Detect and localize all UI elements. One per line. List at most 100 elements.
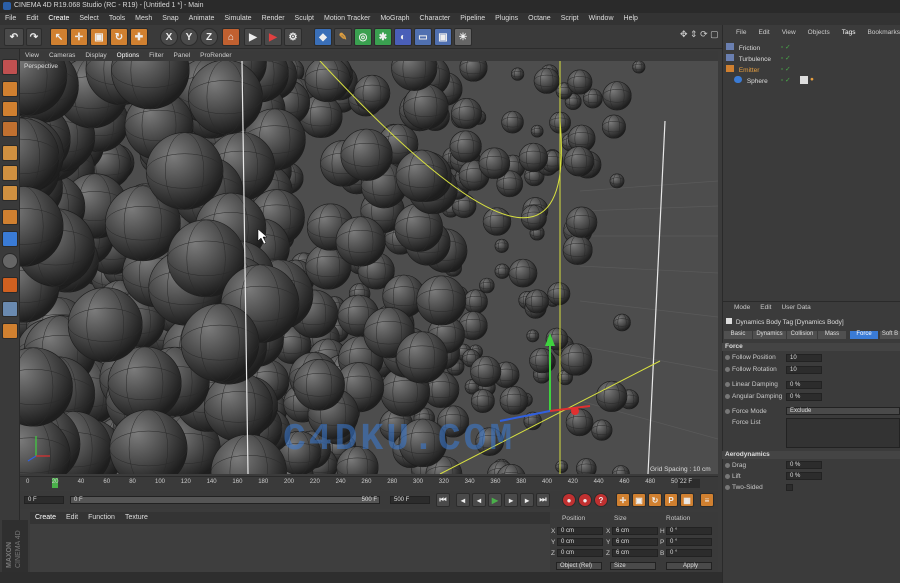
key-parameter-icon[interactable]: P	[664, 493, 678, 507]
angular-damping-field[interactable]: 0 %	[786, 393, 822, 401]
animate-param-icon[interactable]	[725, 367, 730, 372]
workplane-icon[interactable]	[2, 121, 18, 137]
material-menu-texture[interactable]: Texture	[120, 512, 153, 524]
current-frame-field[interactable]: 22 F	[678, 479, 700, 488]
material-manager-area[interactable]	[30, 524, 550, 572]
tab-collision[interactable]: Collision	[787, 331, 817, 339]
x-axis-arrow-icon[interactable]	[571, 407, 579, 415]
animate-param-icon[interactable]	[725, 394, 730, 399]
render-picture-viewer-icon[interactable]: ▶	[264, 28, 282, 46]
animate-param-icon[interactable]	[725, 355, 730, 360]
visibility-check-icon[interactable]: ▫ ✓	[781, 54, 791, 62]
material-menu-create[interactable]: Create	[30, 512, 61, 524]
position-y-field[interactable]: 0 cm	[557, 538, 603, 546]
cloner-icon[interactable]: ✱	[374, 28, 392, 46]
menu-plugins[interactable]: Plugins	[490, 13, 523, 25]
animate-param-icon[interactable]	[725, 474, 730, 479]
grid-icon[interactable]	[2, 301, 18, 317]
drag-field[interactable]: 0 %	[786, 461, 822, 469]
material-menu-function[interactable]: Function	[83, 512, 120, 524]
size-x-field[interactable]: 6 cm	[612, 527, 658, 535]
viewport-nav-icons[interactable]: ✥ ⇕ ⟳ ▢	[680, 29, 719, 40]
key-pla-icon[interactable]: ▦	[680, 493, 694, 507]
menu-mograph[interactable]: MoGraph	[375, 13, 414, 25]
tab-mass[interactable]: Mass	[818, 331, 846, 339]
rotation-h-field[interactable]: 0 °	[666, 527, 712, 535]
om-menu-bookmarks[interactable]: Bookmarks	[861, 29, 900, 39]
viewport[interactable]	[20, 61, 718, 474]
object-row-emitter[interactable]: Emitter ▫ ✓	[726, 65, 898, 75]
viewport-menu-prorender[interactable]: ProRender	[195, 51, 236, 61]
recent-tools-icon[interactable]: ✚	[130, 28, 148, 46]
menu-octane[interactable]: Octane	[523, 13, 556, 25]
menu-simulate[interactable]: Simulate	[219, 13, 256, 25]
make-editable-icon[interactable]	[2, 59, 18, 75]
position-x-field[interactable]: 0 cm	[557, 527, 603, 535]
animate-param-icon[interactable]	[725, 409, 730, 414]
om-menu-view[interactable]: View	[776, 29, 802, 39]
play-icon[interactable]: ▶	[488, 493, 502, 507]
rotation-b-field[interactable]: 0 °	[666, 549, 712, 557]
menu-render[interactable]: Render	[257, 13, 290, 25]
points-mode-icon[interactable]	[2, 145, 18, 161]
viewport-menu-filter[interactable]: Filter	[144, 51, 168, 61]
menu-mesh[interactable]: Mesh	[130, 13, 157, 25]
menu-character[interactable]: Character	[415, 13, 456, 25]
object-row-sphere[interactable]: Sphere ▫ ✓ ●	[726, 76, 898, 86]
render-view-icon[interactable]: ▶	[244, 28, 262, 46]
keyframe-selection-icon[interactable]: ?	[594, 493, 608, 507]
tweak-icon[interactable]	[2, 231, 18, 247]
light-icon[interactable]: ☀	[454, 28, 472, 46]
two-sided-checkbox[interactable]	[786, 484, 793, 491]
viewport-menu-cameras[interactable]: Cameras	[44, 51, 80, 61]
move-icon[interactable]: ✛	[70, 28, 88, 46]
axis-mode-icon[interactable]	[2, 209, 18, 225]
viewport-menu-panel[interactable]: Panel	[169, 51, 196, 61]
animate-param-icon[interactable]	[725, 463, 730, 468]
menu-motion-tracker[interactable]: Motion Tracker	[319, 13, 375, 25]
record-icon[interactable]: ●	[562, 493, 576, 507]
end-frame-field[interactable]: 500 F	[390, 496, 430, 504]
om-menu-tags[interactable]: Tags	[836, 29, 862, 39]
om-menu-file[interactable]: File	[722, 29, 752, 39]
lift-field[interactable]: 0 %	[786, 472, 822, 480]
rotate-icon[interactable]: ↻	[110, 28, 128, 46]
timeline-menu-icon[interactable]: ≡	[700, 493, 714, 507]
tab-dynamics[interactable]: Dynamics	[753, 331, 786, 339]
cube-icon[interactable]: ◆	[314, 28, 332, 46]
start-frame-field[interactable]: 0 F	[24, 496, 64, 504]
visibility-check-icon[interactable]: ▫ ✓	[781, 43, 791, 51]
previous-key-icon[interactable]: ◂	[456, 493, 470, 507]
coord-mode-dropdown[interactable]: Object (Rel)	[556, 562, 602, 570]
am-menu-mode[interactable]: Mode	[722, 304, 755, 313]
follow-rotation-field[interactable]: 10	[786, 366, 822, 374]
z-axis-icon[interactable]: Z	[200, 28, 218, 46]
menu-create[interactable]: Create	[43, 13, 74, 25]
menu-sculpt[interactable]: Sculpt	[290, 13, 319, 25]
key-scale-icon[interactable]: ▣	[632, 493, 646, 507]
live-selection-icon[interactable]: ↖	[50, 28, 68, 46]
autokey-icon[interactable]: ●	[578, 493, 592, 507]
menu-select[interactable]: Select	[74, 13, 103, 25]
lock-icon[interactable]	[2, 323, 18, 339]
floor-icon[interactable]: ▭	[414, 28, 432, 46]
menu-pipeline[interactable]: Pipeline	[455, 13, 490, 25]
edges-mode-icon[interactable]	[2, 165, 18, 181]
next-key-icon[interactable]: ▸	[520, 493, 534, 507]
key-rotation-icon[interactable]: ↻	[648, 493, 662, 507]
visibility-check-icon[interactable]: ▫ ✓	[781, 65, 791, 73]
render-settings-icon[interactable]: ⚙	[284, 28, 302, 46]
rotation-p-field[interactable]: 0 °	[666, 538, 712, 546]
menu-tools[interactable]: Tools	[104, 13, 130, 25]
subdivision-icon[interactable]: ◎	[354, 28, 372, 46]
material-menu-edit[interactable]: Edit	[61, 512, 83, 524]
force-list-box[interactable]	[786, 418, 900, 448]
position-z-field[interactable]: 0 cm	[557, 549, 603, 557]
om-menu-objects[interactable]: Objects	[802, 29, 836, 39]
am-menu-edit[interactable]: Edit	[755, 304, 776, 313]
model-mode-icon[interactable]	[2, 81, 18, 97]
next-frame-icon[interactable]: ▸	[504, 493, 518, 507]
tab-basic[interactable]: Basic	[724, 331, 752, 339]
scale-icon[interactable]: ▣	[90, 28, 108, 46]
linear-damping-field[interactable]: 0 %	[786, 381, 822, 389]
